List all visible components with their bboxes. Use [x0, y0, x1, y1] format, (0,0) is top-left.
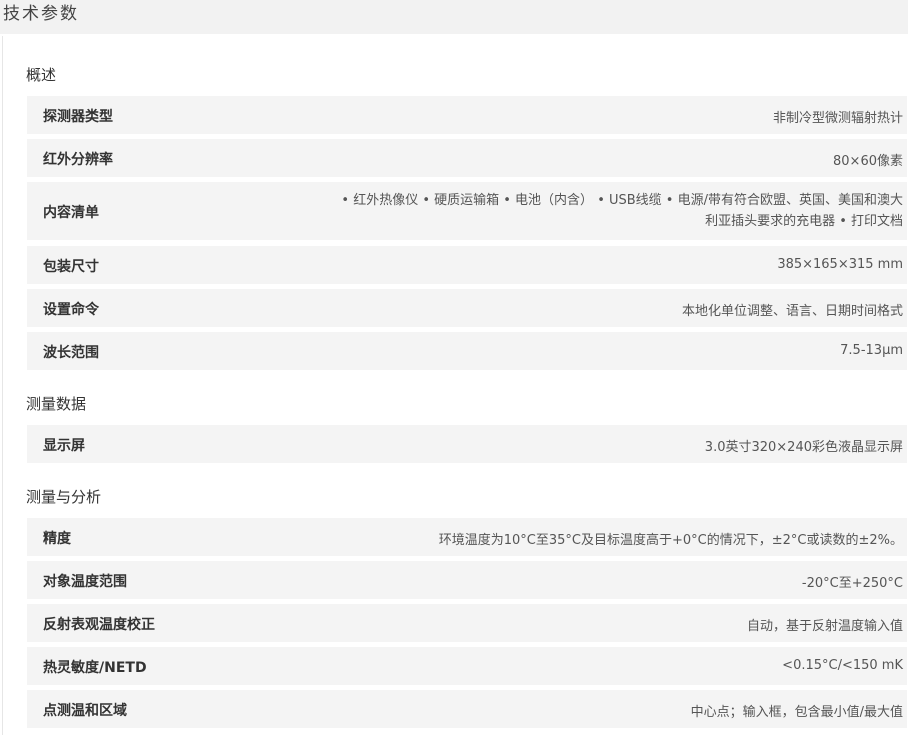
spec-label: 波长范围 [43, 345, 99, 361]
spec-row-thermal-sensitivity: 热灵敏度/NETD <0.15°C/<150 mK [27, 647, 907, 685]
spec-label: 精度 [43, 531, 71, 547]
spec-value: 自动，基于反射温度输入值 [746, 619, 903, 634]
spec-row-object-temp-range: 对象温度范围 -20°C至+250°C [27, 561, 907, 599]
spec-content: 概述 探测器类型 非制冷型微测辐射热计 红外分辨率 80×60像素 内容清单 •… [2, 36, 908, 735]
spec-value: 中心点；输入框，包含最小值/最大值 [690, 705, 903, 720]
spec-row-setup-commands: 设置命令 本地化单位调整、语言、日期时间格式 [27, 289, 907, 327]
spec-label: 热灵敏度/NETD [43, 660, 147, 676]
spec-label: 点测温和区域 [43, 703, 127, 719]
spec-value-line: 利亚插头要求的充电器 • 打印文档 [705, 214, 903, 229]
spec-label: 探测器类型 [43, 109, 113, 125]
spec-value: <0.15°C/<150 mK [782, 658, 903, 673]
spec-row-reflected-temp-correction: 反射表观温度校正 自动，基于反射温度输入值 [27, 604, 907, 642]
spec-row-accuracy: 精度 环境温度为10°C至35°C及目标温度高于+0°C的情况下，±2°C或读数… [27, 518, 907, 556]
spec-value: 环境温度为10°C至35°C及目标温度高于+0°C的情况下，±2°C或读数的±2… [438, 533, 903, 548]
spec-label: 包装尺寸 [43, 259, 99, 275]
spec-value: 80×60像素 [833, 154, 903, 169]
page-title: 技术参数 [3, 4, 79, 24]
spec-label: 设置命令 [43, 302, 99, 318]
spec-value-line: • 红外热像仪 • 硬质运输箱 • 电池（内含） • USB线缆 • 电源/带有… [341, 193, 903, 208]
spec-value: 7.5-13μm [840, 343, 903, 358]
spec-row-package-contents: 内容清单 • 红外热像仪 • 硬质运输箱 • 电池（内含） • USB线缆 • … [27, 182, 907, 240]
spec-row-detector-type: 探测器类型 非制冷型微测辐射热计 [27, 96, 907, 134]
spec-label: 反射表观温度校正 [43, 617, 155, 633]
page-title-bar: 技术参数 [0, 0, 908, 34]
spec-value: 本地化单位调整、语言、日期时间格式 [681, 304, 903, 319]
spec-label: 对象温度范围 [43, 574, 127, 590]
spec-value: -20°C至+250°C [801, 576, 903, 591]
spec-row-spot-and-area: 点测温和区域 中心点；输入框，包含最小值/最大值 [27, 690, 907, 728]
spec-row-ir-resolution: 红外分辨率 80×60像素 [27, 139, 907, 177]
section-title-measurement-analysis: 测量与分析 [26, 488, 102, 506]
spec-row-package-size: 包装尺寸 385×165×315 mm [27, 246, 907, 284]
spec-row-display: 显示屏 3.0英寸320×240彩色液晶显示屏 [27, 425, 907, 463]
spec-value: 385×165×315 mm [777, 257, 903, 272]
spec-value: 3.0英寸320×240彩色液晶显示屏 [704, 440, 903, 455]
spec-value: 非制冷型微测辐射热计 [772, 111, 903, 126]
spec-label: 内容清单 [43, 205, 99, 221]
spec-value: • 红外热像仪 • 硬质运输箱 • 电池（内含） • USB线缆 • 电源/带有… [341, 190, 903, 232]
section-title-measurement-data: 测量数据 [26, 395, 87, 413]
section-title-overview: 概述 [26, 66, 57, 84]
spec-label: 红外分辨率 [43, 152, 113, 168]
spec-row-wavelength: 波长范围 7.5-13μm [27, 332, 907, 370]
spec-label: 显示屏 [43, 438, 85, 454]
